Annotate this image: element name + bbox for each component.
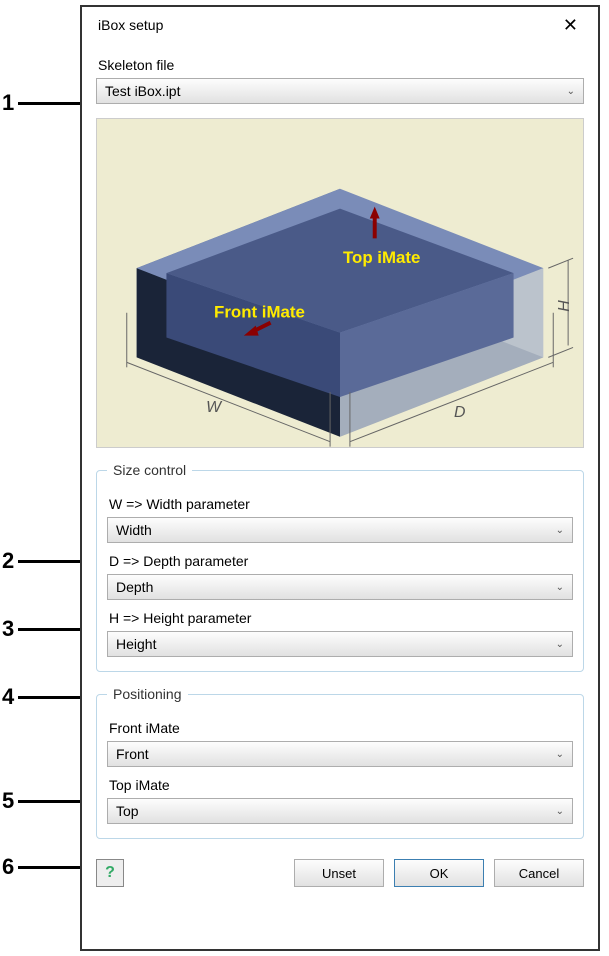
help-icon: ? (105, 864, 115, 882)
front-imate-label: Front iMate (109, 720, 573, 736)
unset-button[interactable]: Unset (294, 859, 384, 887)
top-imate-label-svg: Top iMate (343, 248, 420, 267)
depth-param-dropdown[interactable]: Depth ⌄ (107, 574, 573, 600)
chevron-down-icon: ⌄ (556, 582, 564, 593)
chevron-down-icon: ⌄ (567, 86, 575, 97)
front-imate-label-svg: Front iMate (214, 303, 305, 322)
titlebar: iBox setup ✕ (82, 7, 598, 39)
chevron-down-icon: ⌄ (556, 639, 564, 650)
d-dim-label: D (454, 404, 465, 421)
callout-2: 2 (2, 548, 14, 574)
skeleton-file-label: Skeleton file (98, 57, 584, 73)
skeleton-file-dropdown[interactable]: Test iBox.ipt ⌄ (96, 78, 584, 104)
depth-param-label: D => Depth parameter (109, 553, 573, 569)
top-imate-value: Top (116, 803, 556, 819)
ibox-setup-dialog: iBox setup ✕ Skeleton file Test iBox.ipt… (80, 5, 600, 951)
callout-4: 4 (2, 684, 14, 710)
chevron-down-icon: ⌄ (556, 525, 564, 536)
size-control-legend: Size control (107, 462, 192, 478)
w-dim-label: W (206, 399, 223, 416)
front-imate-dropdown[interactable]: Front ⌄ (107, 741, 573, 767)
depth-param-value: Depth (116, 579, 556, 595)
close-icon[interactable]: ✕ (551, 14, 590, 36)
front-imate-value: Front (116, 746, 556, 762)
chevron-down-icon: ⌄ (556, 806, 564, 817)
callout-6: 6 (2, 854, 14, 880)
button-row: ? Unset OK Cancel (96, 859, 584, 887)
chevron-down-icon: ⌄ (556, 749, 564, 760)
top-imate-label: Top iMate (109, 777, 573, 793)
callout-5: 5 (2, 788, 14, 814)
preview-image: Top iMate Front iMate W (96, 118, 584, 448)
height-param-value: Height (116, 636, 556, 652)
size-control-group: Size control W => Width parameter Width … (96, 462, 584, 672)
height-param-label: H => Height parameter (109, 610, 573, 626)
width-param-label: W => Width parameter (109, 496, 573, 512)
ok-button[interactable]: OK (394, 859, 484, 887)
h-dim-label: H (556, 300, 573, 312)
top-imate-dropdown[interactable]: Top ⌄ (107, 798, 573, 824)
width-param-value: Width (116, 522, 556, 538)
width-param-dropdown[interactable]: Width ⌄ (107, 517, 573, 543)
dialog-title: iBox setup (98, 17, 551, 33)
skeleton-file-value: Test iBox.ipt (105, 83, 567, 99)
help-button[interactable]: ? (96, 859, 124, 887)
cancel-button[interactable]: Cancel (494, 859, 584, 887)
positioning-legend: Positioning (107, 686, 188, 702)
callout-1: 1 (2, 90, 14, 116)
positioning-group: Positioning Front iMate Front ⌄ Top iMat… (96, 686, 584, 839)
height-param-dropdown[interactable]: Height ⌄ (107, 631, 573, 657)
dialog-content: Skeleton file Test iBox.ipt ⌄ (82, 39, 598, 901)
callout-3: 3 (2, 616, 14, 642)
